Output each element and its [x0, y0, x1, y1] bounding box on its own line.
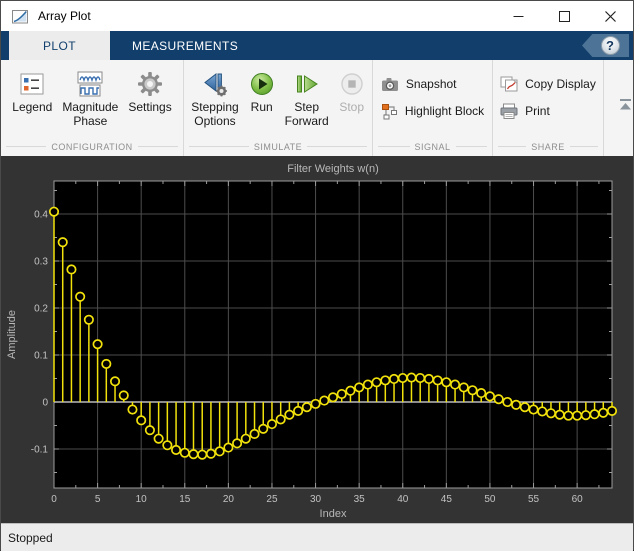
close-button[interactable]: [587, 1, 633, 31]
settings-button[interactable]: Settings: [123, 63, 176, 118]
maximize-icon: [558, 10, 570, 22]
svg-text:40: 40: [397, 494, 409, 505]
window-title: Array Plot: [38, 9, 91, 23]
section-simulate: Stepping Options Run Step Forward Stop S…: [184, 60, 373, 156]
magnitude-phase-button[interactable]: Magnitude Phase: [57, 63, 123, 132]
step-forward-icon: [294, 67, 320, 100]
highlight-block-icon: [381, 103, 397, 119]
section-share: Copy Display Print SHARE: [493, 60, 604, 156]
svg-text:-0.1: -0.1: [31, 445, 49, 456]
svg-text:55: 55: [528, 494, 540, 505]
svg-text:Filter Weights w(n): Filter Weights w(n): [287, 163, 378, 175]
section-label-simulate: SIMULATE: [253, 141, 303, 152]
snapshot-button[interactable]: Snapshot: [377, 74, 461, 94]
svg-text:45: 45: [441, 494, 453, 505]
snapshot-camera-icon: [381, 77, 398, 91]
stepping-options-label-2: Options: [194, 114, 236, 128]
app-icon: [12, 9, 28, 24]
minimize-button[interactable]: [495, 1, 541, 31]
help-icon: ?: [600, 36, 620, 55]
collapse-toolstrip-button[interactable]: [604, 60, 633, 156]
svg-text:0: 0: [42, 398, 48, 409]
magnitude-phase-label-1: Magnitude: [62, 100, 119, 114]
magnitude-phase-icon: [76, 67, 104, 100]
status-bar: Stopped: [1, 523, 633, 551]
section-signal: Snapshot Highlight Block SIGNAL: [373, 60, 493, 156]
settings-button-label: Settings: [128, 100, 172, 114]
step-forward-label-2: Forward: [284, 114, 329, 128]
print-button[interactable]: Print: [496, 101, 554, 121]
section-label-share: SHARE: [531, 141, 565, 152]
copy-display-icon: [500, 76, 518, 92]
svg-text:0.2: 0.2: [34, 304, 48, 315]
step-forward-label-1: Step: [294, 100, 320, 114]
step-forward-button[interactable]: Step Forward: [280, 63, 334, 132]
copy-display-button[interactable]: Copy Display: [496, 74, 600, 94]
section-label-signal: SIGNAL: [414, 141, 451, 152]
tab-measurements-label: MEASUREMENTS: [131, 38, 239, 53]
run-button[interactable]: Run: [244, 63, 280, 118]
svg-text:0: 0: [51, 494, 57, 505]
print-button-label: Print: [525, 104, 550, 118]
svg-text:60: 60: [572, 494, 584, 505]
svg-text:5: 5: [95, 494, 101, 505]
svg-text:20: 20: [223, 494, 235, 505]
legend-icon: [20, 67, 44, 100]
run-button-label: Run: [250, 100, 273, 114]
svg-text:50: 50: [484, 494, 496, 505]
minimize-icon: [513, 15, 523, 17]
magnitude-phase-label-2: Phase: [73, 114, 108, 128]
snapshot-button-label: Snapshot: [405, 77, 457, 91]
settings-gear-icon: [137, 67, 163, 100]
svg-text:30: 30: [310, 494, 322, 505]
svg-text:10: 10: [136, 494, 148, 505]
help-button[interactable]: ?: [582, 34, 629, 57]
legend-button-label: Legend: [12, 100, 53, 114]
collapse-toolstrip-icon: [620, 99, 631, 110]
toolstrip-tab-bar: PLOT MEASUREMENTS ?: [1, 31, 633, 60]
section-configuration: Legend Magnitude Phase Settings CONFIGUR…: [1, 60, 184, 156]
close-icon: [604, 10, 616, 22]
svg-text:Amplitude: Amplitude: [6, 310, 18, 359]
scope-display-panel: 0 5 10 15 20 25 30 35 40 45 50 55 60 -0.1 0 0.1 0.2 0.3 0.…: [1, 156, 633, 523]
stop-icon: [339, 67, 365, 100]
tab-plot-label: PLOT: [43, 38, 76, 53]
svg-text:0.1: 0.1: [34, 351, 48, 362]
array-plot-canvas[interactable]: 0 5 10 15 20 25 30 35 40 45 50 55 60 -0.1 0 0.1 0.2 0.3 0.…: [1, 156, 634, 523]
toolstrip: Legend Magnitude Phase Settings CONFIGUR…: [1, 60, 633, 156]
print-icon: [500, 103, 518, 119]
highlight-block-button-label: Highlight Block: [404, 104, 485, 118]
svg-text:0.3: 0.3: [34, 257, 48, 268]
svg-text:35: 35: [354, 494, 366, 505]
run-icon: [249, 67, 275, 100]
stepping-options-label-1: Stepping: [191, 100, 239, 114]
stepping-options-icon: [201, 67, 229, 100]
highlight-block-button[interactable]: Highlight Block: [377, 101, 488, 121]
stop-button[interactable]: Stop: [334, 63, 370, 118]
status-text: Stopped: [8, 530, 53, 545]
copy-display-button-label: Copy Display: [525, 77, 596, 91]
svg-text:15: 15: [179, 494, 191, 505]
tab-measurements[interactable]: MEASUREMENTS: [110, 31, 260, 60]
title-bar: Array Plot: [1, 1, 633, 31]
section-label-configuration: CONFIGURATION: [51, 141, 133, 152]
stepping-options-button[interactable]: Stepping Options: [186, 63, 243, 132]
maximize-button[interactable]: [541, 1, 587, 31]
svg-text:Index: Index: [320, 508, 347, 520]
svg-text:0.4: 0.4: [34, 210, 48, 221]
tab-plot[interactable]: PLOT: [9, 31, 110, 60]
stop-button-label: Stop: [339, 100, 365, 114]
legend-button[interactable]: Legend: [7, 63, 57, 118]
svg-text:25: 25: [266, 494, 278, 505]
